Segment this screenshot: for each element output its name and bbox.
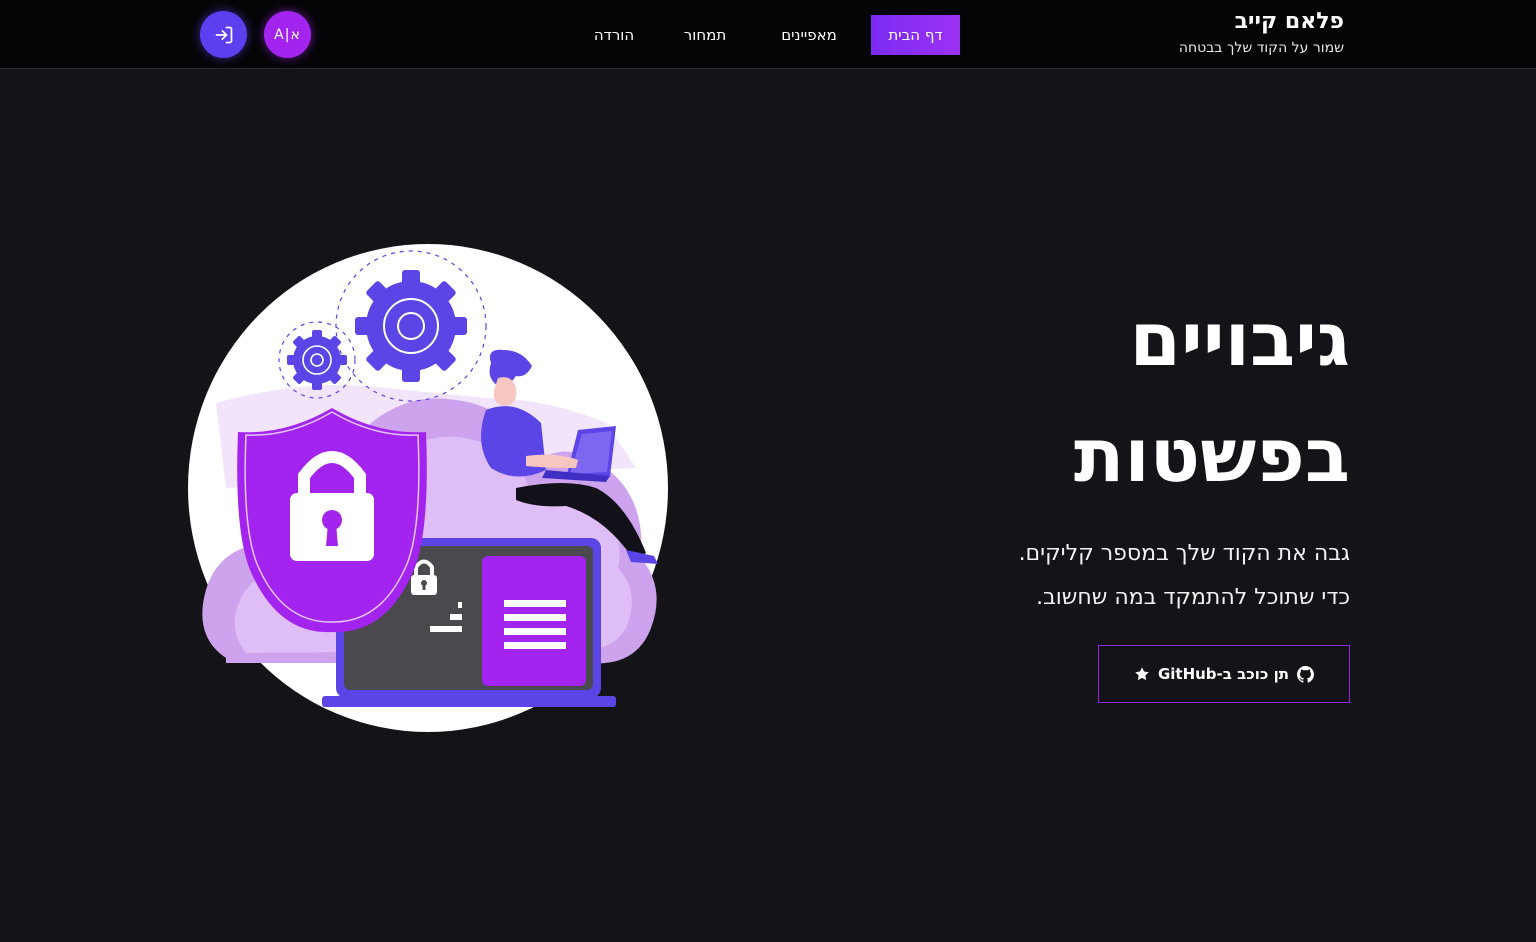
language-toggle-button[interactable]: A|א <box>264 11 311 58</box>
hero-subtitle: גבה את הקוד שלך במספר קליקים. כדי שתוכל … <box>750 532 1350 620</box>
login-button[interactable] <box>200 11 247 58</box>
brand-tagline: שמור על הקוד שלך בבטחה <box>1178 40 1344 56</box>
star-icon <box>1135 667 1149 681</box>
github-star-button[interactable]: תן כוכב ב-GitHub <box>1098 645 1350 703</box>
brand[interactable]: פלאם קייב שמור על הקוד שלך בבטחה <box>1179 8 1344 58</box>
nav-pricing[interactable]: תמחור <box>674 15 736 55</box>
language-toggle-label: A|א <box>274 26 301 43</box>
sign-in-icon <box>215 26 232 43</box>
hero-title-line2: בפשטות <box>1073 413 1350 499</box>
nav-features[interactable]: מאפיינים <box>770 15 848 55</box>
github-icon <box>1297 665 1315 683</box>
github-star-label: תן כוכב ב-GitHub <box>1157 665 1290 683</box>
brand-name[interactable]: פלאם קייב <box>1179 8 1344 36</box>
nav-download[interactable]: הורדה <box>585 15 643 55</box>
hero-title: גיבויים בפשטות <box>750 282 1350 514</box>
nav-home[interactable]: דף הבית <box>871 15 960 55</box>
hero-subtitle-line1: גבה את הקוד שלך במספר קליקים. <box>1018 541 1350 566</box>
hero-subtitle-line2: כדי שתוכל להתמקד במה שחשוב. <box>1036 585 1350 610</box>
hero-illustration <box>188 244 668 732</box>
hero-title-line1: גיבויים <box>1129 297 1350 383</box>
top-navbar: פלאם קייב שמור על הקוד שלך בבטחה דף הבית… <box>0 0 1536 69</box>
